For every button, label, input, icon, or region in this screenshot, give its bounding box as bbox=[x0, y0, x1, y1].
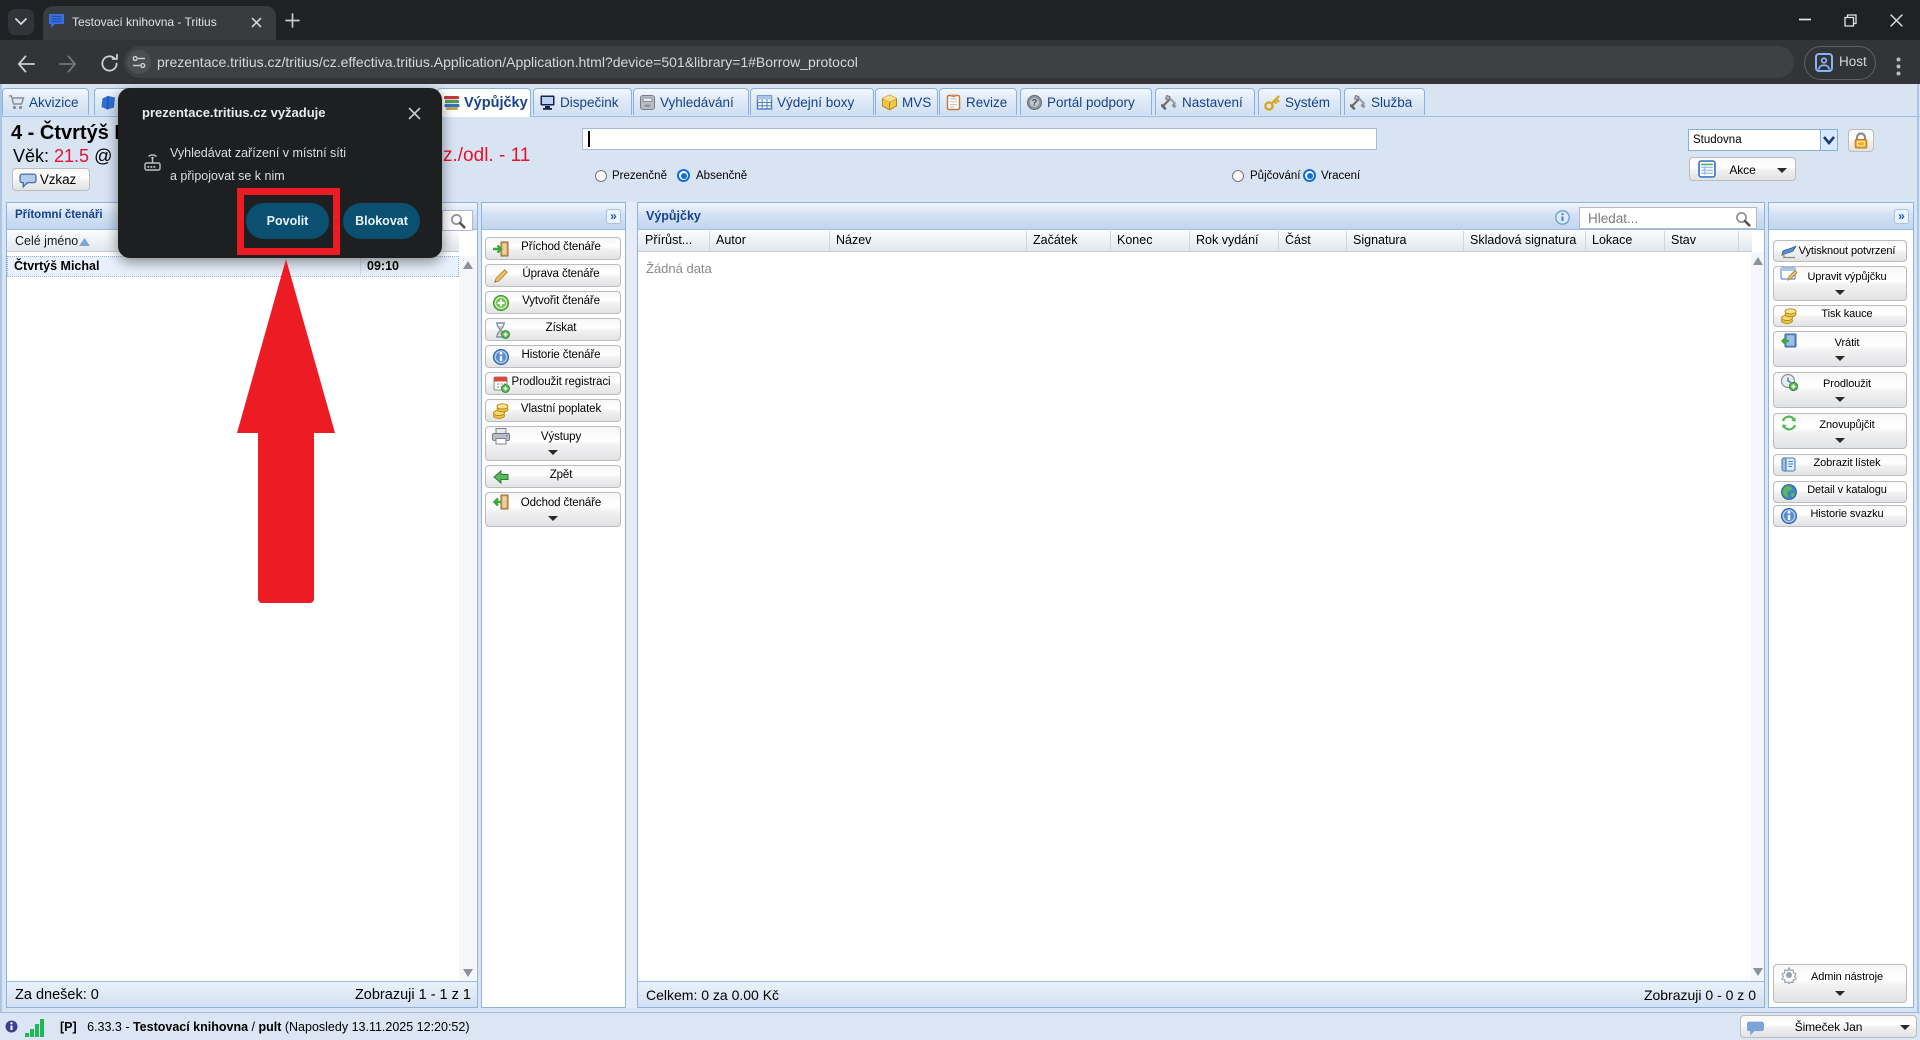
svg-text:?: ? bbox=[1032, 98, 1038, 108]
